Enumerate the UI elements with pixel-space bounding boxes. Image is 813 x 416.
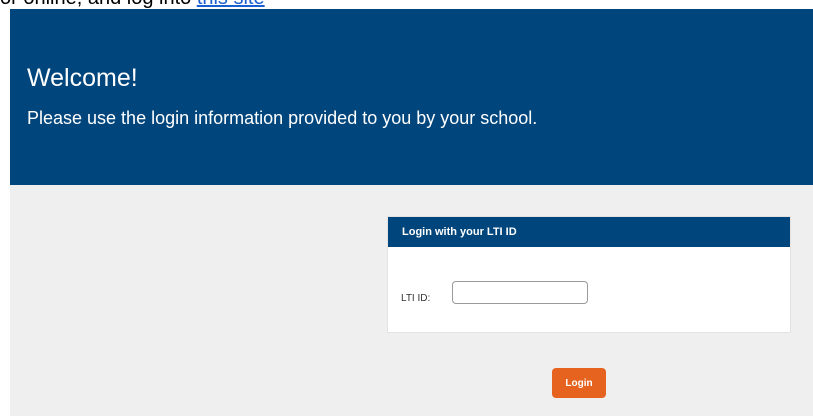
lti-id-input[interactable]	[452, 281, 588, 304]
top-cutoff-link[interactable]: this site	[197, 0, 265, 9]
login-panel-header: Login with your LTI ID	[388, 217, 790, 247]
lti-id-label: LTI ID:	[401, 293, 431, 304]
top-cutoff-text: or online, and log into this site	[0, 0, 265, 9]
top-cutoff-prefix: or online, and log into	[0, 0, 197, 9]
top-cutoff-strip: or online, and log into this site	[0, 0, 813, 9]
welcome-subtitle: Please use the login information provide…	[27, 108, 538, 128]
page-container: Welcome! Please use the login informatio…	[10, 9, 813, 416]
login-panel: Login with your LTI ID LTI ID:	[387, 216, 791, 333]
login-button[interactable]: Login	[552, 368, 606, 398]
welcome-title: Welcome!	[27, 64, 138, 92]
welcome-banner: Welcome! Please use the login informatio…	[10, 9, 813, 185]
